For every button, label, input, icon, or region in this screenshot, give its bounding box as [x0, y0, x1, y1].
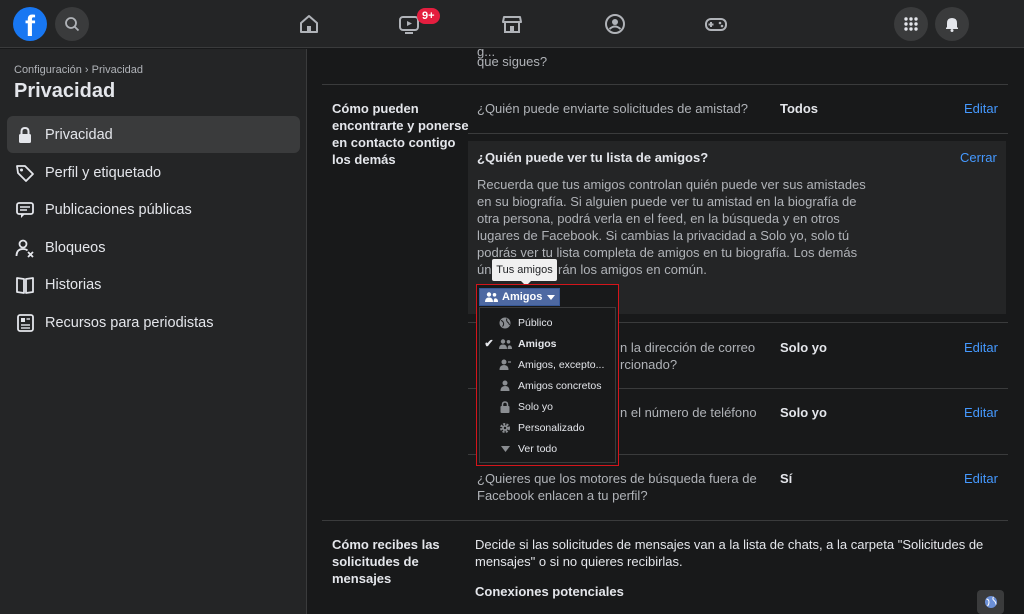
blocking-icon [13, 236, 37, 260]
search-engines-value: Sí [780, 471, 793, 486]
description-fragment-b: rán los amigos en común. [558, 262, 707, 277]
sidebar-item-label: Historias [45, 276, 102, 293]
marketplace-icon[interactable] [500, 12, 524, 36]
book-icon [13, 273, 37, 297]
lock-icon [13, 123, 37, 147]
chevron-down-icon [547, 294, 556, 300]
checkmark-icon: ✔ [484, 338, 494, 350]
edit-search-engines-link[interactable]: Editar [964, 471, 998, 486]
globe-icon [984, 596, 997, 608]
edit-friend-requests-link[interactable]: Editar [964, 101, 998, 116]
search-icon [65, 17, 80, 32]
audience-option-see-all[interactable]: Ver todo [480, 438, 615, 459]
section-divider [322, 84, 1008, 85]
watch-badge: 9+ [417, 8, 440, 24]
option-label: Público [518, 316, 553, 329]
close-setting-link[interactable]: Cerrar [960, 150, 997, 165]
apps-grid-icon [904, 17, 918, 31]
chevron-down-icon [498, 442, 512, 456]
truncated-question-text-end: que sigues? [477, 54, 548, 69]
sidebar-item-label: Recursos para periodistas [45, 314, 214, 331]
email-lookup-question-b: rcionado? [620, 357, 678, 372]
email-lookup-question-a: n la dirección de correo [620, 340, 756, 355]
sidebar-item-public-posts[interactable]: Publicaciones públicas [7, 191, 300, 228]
friend-requests-value: Todos [780, 101, 819, 116]
notifications-button[interactable] [935, 7, 969, 41]
section-title-message-requests: Cómo recibes las solicitudes de mensajes [332, 537, 440, 586]
friends-icon [498, 337, 512, 351]
specific-friends-icon [498, 379, 512, 393]
home-icon[interactable] [297, 12, 321, 36]
option-label: Amigos [518, 337, 557, 350]
page-title: Privacidad [14, 80, 116, 102]
public-posts-icon [13, 198, 37, 222]
privacy-settings-panel: g... que sigues? Cómo pueden encontrarte… [322, 44, 1008, 614]
gear-icon [498, 421, 512, 435]
option-label: Solo yo [518, 400, 554, 413]
email-lookup-value: Solo yo [780, 340, 827, 355]
top-bar: f 9+ [0, 0, 1024, 48]
edit-email-lookup-link[interactable]: Editar [964, 340, 998, 355]
row-divider [468, 133, 1008, 134]
audience-selector-label: Amigos [502, 291, 543, 303]
potential-connections-heading: Conexiones potenciales [475, 584, 624, 599]
search-button[interactable] [55, 7, 89, 41]
lock-icon [498, 400, 512, 414]
audience-option-specific-friends[interactable]: Amigos concretos [480, 375, 615, 396]
friends-icon [485, 292, 498, 302]
bell-icon [946, 18, 958, 32]
search-engines-question: ¿Quieres que los motores de búsqueda fue… [477, 471, 757, 503]
friends-except-icon [498, 358, 512, 372]
sidebar-item-label: Publicaciones públicas [45, 201, 192, 218]
globe-icon [498, 316, 512, 330]
audience-option-friends-except[interactable]: Amigos, excepto... [480, 354, 615, 375]
phone-lookup-question: n el número de teléfono [620, 405, 757, 420]
globe-button[interactable] [977, 590, 1004, 614]
sidebar-item-label: Privacidad [45, 126, 113, 143]
sidebar-item-journalist-resources[interactable]: Recursos para periodistas [7, 304, 300, 341]
sidebar-item-profile-tagging[interactable]: Perfil y etiquetado [7, 154, 300, 191]
tag-icon [13, 161, 37, 185]
section-title-contact: Cómo pueden encontrarte y ponerse en con… [332, 101, 469, 167]
breadcrumb[interactable]: Configuración › Privacidad [14, 64, 143, 76]
settings-sidebar: Configuración › Privacidad Privacidad Pr… [0, 49, 307, 614]
audience-selector-button[interactable]: Amigos [479, 288, 560, 306]
message-requests-description: Decide si las solicitudes de mensajes va… [475, 537, 984, 569]
sidebar-item-label: Bloqueos [45, 239, 106, 256]
edit-phone-lookup-link[interactable]: Editar [964, 405, 998, 420]
sidebar-item-stories[interactable]: Historias [7, 266, 300, 303]
audience-selector-highlight: Amigos Público ✔ Amigos Amigos, excepto.… [476, 284, 619, 466]
audience-option-friends[interactable]: ✔ Amigos [480, 333, 615, 354]
section-divider [322, 520, 1008, 521]
phone-lookup-value: Solo yo [780, 405, 827, 420]
friend-requests-question: ¿Quién puede enviarte solicitudes de ami… [477, 101, 748, 116]
menu-button[interactable] [894, 7, 928, 41]
sidebar-item-privacy[interactable]: Privacidad [7, 116, 300, 153]
option-label: Personalizado [518, 421, 585, 434]
option-label: Ver todo [518, 442, 558, 455]
gaming-icon[interactable] [704, 12, 728, 36]
option-label: Amigos concretos [518, 379, 602, 392]
audience-option-custom[interactable]: Personalizado [480, 417, 615, 438]
audience-option-only-me[interactable]: Solo yo [480, 396, 615, 417]
newspaper-icon [13, 311, 37, 335]
sidebar-item-label: Perfil y etiquetado [45, 164, 162, 181]
sidebar-item-blocking[interactable]: Bloqueos [7, 229, 300, 266]
audience-options-menu: Público ✔ Amigos Amigos, excepto... Amig… [479, 307, 616, 463]
friends-list-question: ¿Quién puede ver tu lista de amigos? [477, 150, 709, 165]
friends-list-description: Recuerda que tus amigos controlan quién … [477, 177, 866, 260]
option-label: Amigos, excepto... [518, 358, 605, 371]
audience-option-public[interactable]: Público [480, 312, 615, 333]
audience-tooltip: Tus amigos [492, 259, 557, 286]
facebook-logo[interactable]: f [13, 7, 47, 41]
description-fragment-a: ún [477, 262, 492, 277]
groups-icon[interactable] [603, 12, 627, 36]
